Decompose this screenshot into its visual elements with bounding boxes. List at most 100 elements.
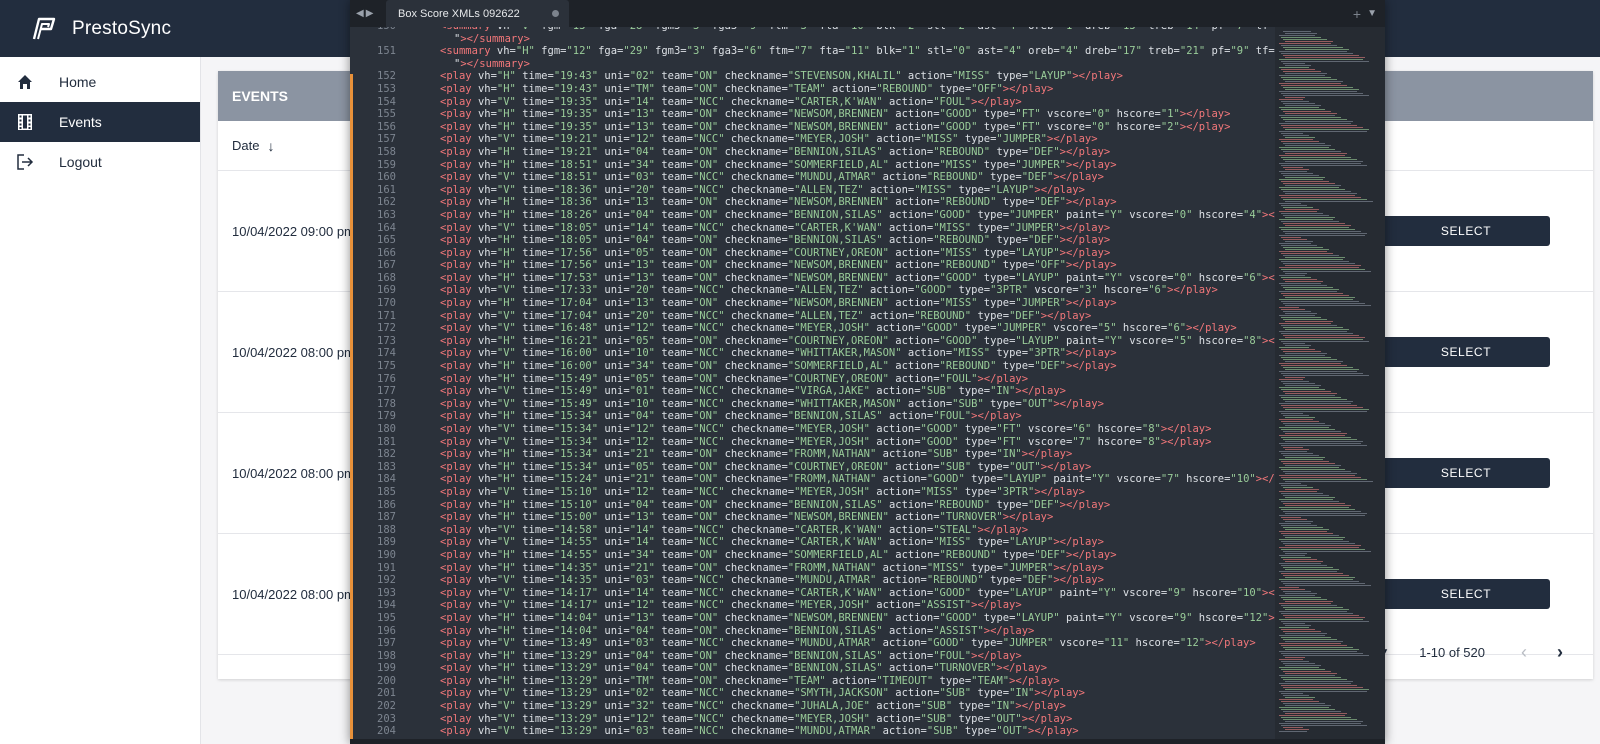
code-line[interactable]: 164 <play vh="V" time="18:05" uni="14" te… (350, 222, 1270, 235)
code-line[interactable]: 197 <play vh="V" time="13:49" uni="03" te… (350, 637, 1270, 650)
editor-tab[interactable]: Box Score XMLs 092622 (386, 0, 569, 27)
code-line[interactable]: 189 <play vh="V" time="14:55" uni="14" te… (350, 536, 1270, 549)
select-button[interactable]: SELECT (1382, 579, 1550, 609)
chevron-right-icon[interactable]: › (1557, 642, 1563, 663)
code-line[interactable]: 184 <play vh="H" time="15:24" uni="21" te… (350, 473, 1306, 486)
code-line[interactable]: 177 <play vh="V" time="15:49" uni="01" te… (350, 385, 1270, 398)
minimap-line (1283, 127, 1363, 128)
code-line[interactable]: 167 <play vh="H" time="17:56" uni="13" te… (350, 259, 1270, 272)
chevron-down-icon[interactable]: ▼ (1367, 8, 1377, 19)
code-line[interactable]: 159 <play vh="H" time="18:51" uni="34" te… (350, 159, 1270, 172)
code-line[interactable]: "></summary> (350, 33, 1270, 46)
editor-body[interactable]: 150 <summary vh="V" fgm="13" fga="28" fgm… (350, 27, 1385, 739)
minimap-line (1281, 629, 1315, 630)
select-button[interactable]: SELECT (1382, 216, 1550, 246)
code-line[interactable]: 160 <play vh="V" time="18:51" uni="03" te… (350, 171, 1270, 184)
minimap-line (1283, 359, 1337, 360)
code-line[interactable]: 157 <play vh="V" time="19:21" uni="12" te… (350, 133, 1270, 146)
code-line[interactable]: 196 <play vh="H" time="14:04" uni="04" te… (350, 625, 1270, 638)
minimap-line (1283, 527, 1323, 528)
code-line[interactable]: 153 <play vh="H" time="19:43" uni="TM" te… (350, 83, 1270, 96)
code-text: <play vh="H" time="19:21" uni="04" team=… (440, 145, 1111, 158)
code-text: <play vh="H" time="18:05" uni="04" team=… (440, 234, 1111, 247)
code-line[interactable]: 154 <play vh="V" time="19:35" uni="14" te… (350, 96, 1270, 109)
code-line[interactable]: 162 <play vh="H" time="18:36" uni="13" te… (350, 196, 1270, 209)
code-line[interactable]: 172 <play vh="V" time="16:48" uni="12" te… (350, 322, 1270, 335)
code-line[interactable]: 202 <play vh="V" time="13:29" uni="32" te… (350, 700, 1270, 713)
tab-nav-arrows-icon[interactable]: ◀▶ (356, 8, 386, 19)
code-line[interactable]: 161 <play vh="V" time="18:36" uni="20" te… (350, 184, 1270, 197)
select-button[interactable]: SELECT (1382, 458, 1550, 488)
code-line[interactable]: 156 <play vh="H" time="19:35" uni="13" te… (350, 121, 1270, 134)
code-line[interactable]: "></summary> (350, 58, 1270, 71)
sidebar-item-home[interactable]: Home (0, 62, 200, 102)
select-button[interactable]: SELECT (1382, 337, 1550, 367)
code-line[interactable]: 183 <play vh="H" time="15:34" uni="05" te… (350, 461, 1270, 474)
code-line[interactable]: 169 <play vh="V" time="17:33" uni="20" te… (350, 284, 1270, 297)
code-line[interactable]: 180 <play vh="V" time="15:34" uni="12" te… (350, 423, 1270, 436)
code-text: <play vh="H" time="15:49" uni="05" team=… (440, 372, 1029, 385)
code-line[interactable]: 203 <play vh="V" time="13:29" uni="12" te… (350, 713, 1270, 726)
code-line[interactable]: 199 <play vh="H" time="13:29" uni="04" te… (350, 662, 1270, 675)
code-line[interactable]: 152 <play vh="H" time="19:43" uni="02" te… (350, 70, 1270, 83)
code-text: <play vh="V" time="17:04" uni="20" team=… (440, 309, 1092, 322)
code-line[interactable]: 182 <play vh="H" time="15:34" uni="21" te… (350, 448, 1270, 461)
minimap-line (1283, 247, 1323, 248)
code-line[interactable]: 201 <play vh="V" time="13:29" uni="02" te… (350, 687, 1270, 700)
code-line[interactable]: 194 <play vh="V" time="14:17" uni="12" te… (350, 599, 1270, 612)
minimap-line (1281, 605, 1337, 606)
code-line[interactable]: 191 <play vh="H" time="14:35" uni="21" te… (350, 562, 1270, 575)
sidebar-item-logout[interactable]: Logout (0, 142, 200, 182)
minimap-line (1283, 151, 1341, 152)
code-line[interactable]: 168 <play vh="H" time="17:53" uni="13" te… (350, 272, 1313, 285)
code-line[interactable]: 187 <play vh="H" time="15:00" uni="13" te… (350, 511, 1270, 524)
minimap-line (1279, 507, 1349, 508)
code-line[interactable]: 200 <play vh="H" time="13:29" uni="TM" te… (350, 675, 1270, 688)
code-line[interactable]: 171 <play vh="V" time="17:04" uni="20" te… (350, 310, 1270, 323)
minimap-line (1283, 295, 1349, 296)
code-line[interactable]: 195 <play vh="H" time="14:04" uni="13" te… (350, 612, 1319, 625)
code-line[interactable]: 166 <play vh="H" time="17:56" uni="05" te… (350, 247, 1270, 260)
code-line[interactable]: 204 <play vh="V" time="13:29" uni="03" te… (350, 725, 1270, 738)
chevron-left-icon[interactable]: ‹ (1521, 642, 1527, 663)
minimap-line (1285, 665, 1321, 666)
code-line[interactable]: 170 <play vh="H" time="17:04" uni="13" te… (350, 297, 1270, 310)
minimap-line (1279, 211, 1317, 212)
code-line[interactable]: 165 <play vh="H" time="18:05" uni="04" te… (350, 234, 1270, 247)
code-line[interactable]: 188 <play vh="V" time="14:58" uni="14" te… (350, 524, 1270, 537)
code-line[interactable]: 174 <play vh="V" time="16:00" uni="10" te… (350, 347, 1270, 360)
minimap-line (1281, 53, 1353, 54)
code-line[interactable]: 151 <summary vh="H" fgm="12" fga="29" fgm… (350, 45, 1332, 58)
code-line[interactable]: 163 <play vh="H" time="18:26" uni="04" te… (350, 209, 1313, 222)
minimap-line (1279, 731, 1307, 732)
sidebar-item-events[interactable]: Events (0, 102, 200, 142)
minimap-line (1285, 161, 1363, 162)
unsaved-dot-icon[interactable] (551, 10, 559, 17)
code-content[interactable]: 150 <summary vh="V" fgm="13" fga="28" fgm… (350, 27, 1332, 738)
minimap-line (1281, 301, 1359, 302)
code-line[interactable]: 173 <play vh="H" time="16:21" uni="05" te… (350, 335, 1313, 348)
code-line[interactable]: 176 <play vh="H" time="15:49" uni="05" te… (350, 373, 1270, 386)
line-number: 196 (377, 624, 396, 637)
code-line[interactable]: 192 <play vh="V" time="14:35" uni="03" te… (350, 574, 1270, 587)
line-number: 155 (377, 108, 396, 121)
code-line[interactable]: 193 <play vh="V" time="14:17" uni="14" te… (350, 587, 1313, 600)
code-line[interactable]: 179 <play vh="H" time="15:34" uni="04" te… (350, 410, 1270, 423)
minimap-line (1279, 267, 1359, 268)
code-line[interactable]: 185 <play vh="V" time="15:10" uni="12" te… (350, 486, 1270, 499)
code-line[interactable]: 190 <play vh="H" time="14:55" uni="34" te… (350, 549, 1270, 562)
code-line[interactable]: 186 <play vh="H" time="15:10" uni="04" te… (350, 499, 1270, 512)
plus-icon[interactable]: + (1353, 6, 1361, 22)
app-logo[interactable]: PrestoSync (30, 15, 171, 43)
code-line[interactable]: 175 <play vh="H" time="16:00" uni="34" te… (350, 360, 1270, 373)
minimap-line (1279, 283, 1321, 284)
code-line[interactable]: 158 <play vh="H" time="19:21" uni="04" te… (350, 146, 1270, 159)
minimap-line (1285, 569, 1339, 570)
code-line[interactable]: 155 <play vh="H" time="19:35" uni="13" te… (350, 108, 1270, 121)
minimap-line (1285, 105, 1321, 106)
editor-minimap[interactable] (1275, 27, 1385, 739)
code-line[interactable]: 178 <play vh="V" time="15:49" uni="10" te… (350, 398, 1270, 411)
minimap-line (1281, 253, 1333, 254)
code-line[interactable]: 198 <play vh="H" time="13:29" uni="04" te… (350, 650, 1270, 663)
code-line[interactable]: 181 <play vh="V" time="15:34" uni="12" te… (350, 436, 1270, 449)
